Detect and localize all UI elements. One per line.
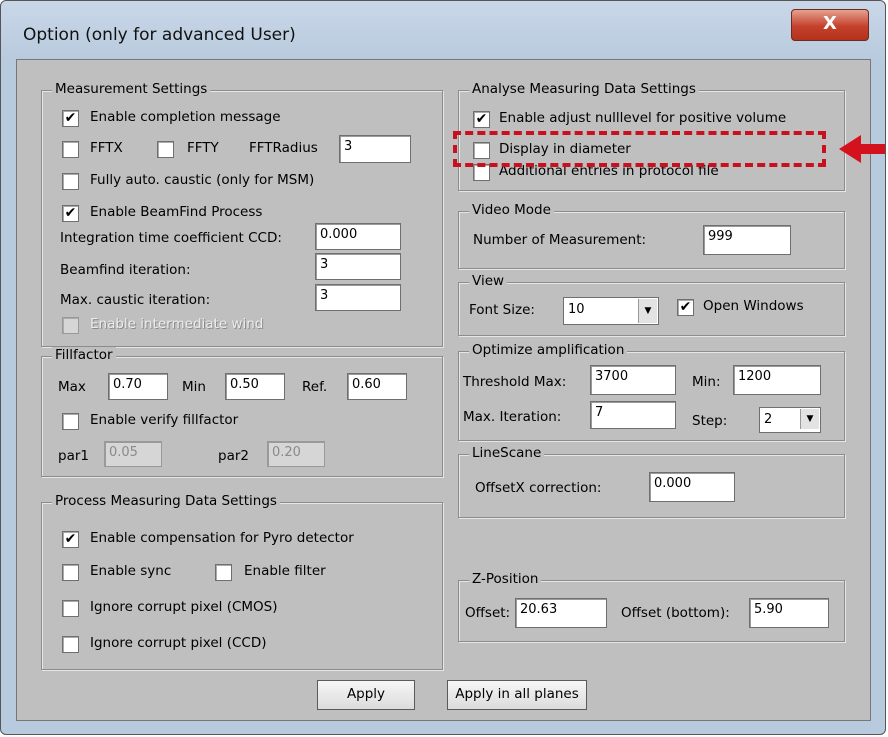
max-iteration-input[interactable]: 7	[590, 401, 676, 429]
offset-bottom-label: Offset (bottom):	[621, 605, 730, 621]
view-legend: View	[469, 273, 508, 289]
par1-label: par1	[58, 448, 89, 464]
fillfactor-ref-input[interactable]: 0.60	[347, 373, 407, 400]
beamfind-checkbox[interactable]: ✔	[62, 205, 79, 222]
offsetx-input[interactable]: 0.000	[649, 472, 735, 502]
cmos-label: Ignore corrupt pixel (CMOS)	[90, 599, 278, 615]
step-select[interactable]: 2 ▼	[759, 407, 821, 433]
dialog-window: Option (only for advanced User) X Measur…	[0, 0, 886, 735]
open-windows-checkbox[interactable]: ✔	[677, 299, 694, 316]
fftx-label: FFTX	[90, 140, 123, 156]
integration-label: Integration time coefficient CCD:	[60, 230, 282, 246]
chevron-down-icon[interactable]: ▼	[638, 299, 657, 323]
verify-fillfactor-checkbox[interactable]	[62, 413, 79, 430]
video-mode-group: Video Mode Number of Measurement: 999	[458, 202, 845, 269]
ccd-checkbox[interactable]	[62, 636, 79, 653]
filter-label: Enable filter	[244, 563, 326, 579]
number-measurement-input[interactable]: 999	[703, 225, 791, 255]
offset-input[interactable]: 20.63	[515, 598, 607, 628]
chevron-down-icon[interactable]: ▼	[800, 409, 819, 429]
process-group: Process Measuring Data Settings ✔ Enable…	[41, 493, 443, 670]
optimize-min-label: Min:	[692, 374, 721, 390]
threshold-max-label: Threshold Max:	[463, 374, 567, 390]
threshold-max-input[interactable]: 3700	[590, 365, 676, 395]
video-mode-legend: Video Mode	[469, 202, 554, 218]
view-group: View Font Size: 10 ▼ ✔ Open Windows	[458, 273, 845, 336]
beamfind-iteration-input[interactable]: 3	[315, 253, 401, 280]
fillfactor-min-label: Min	[182, 379, 206, 395]
optimize-group: Optimize amplification Threshold Max: 37…	[458, 342, 845, 441]
linescan-legend: LineScane	[469, 445, 545, 461]
highlight-box	[453, 131, 826, 167]
fillfactor-min-input[interactable]: 0.50	[225, 373, 285, 400]
fillfactor-max-input[interactable]: 0.70	[108, 373, 168, 400]
annotation-arrow-shaft	[859, 144, 885, 154]
ffty-label: FFTY	[187, 140, 219, 156]
par2-label: par2	[218, 448, 249, 464]
fillfactor-ref-label: Ref.	[302, 379, 328, 395]
fully-auto-checkbox[interactable]	[62, 173, 79, 190]
analyse-legend: Analyse Measuring Data Settings	[469, 81, 699, 97]
max-caustic-label: Max. caustic iteration:	[60, 292, 211, 308]
offset-label: Offset:	[465, 605, 511, 621]
par2-input: 0.20	[267, 441, 325, 467]
fillfactor-max-label: Max	[58, 379, 86, 395]
sync-checkbox[interactable]	[62, 564, 79, 581]
enable-completion-checkbox[interactable]: ✔	[62, 110, 79, 127]
number-measurement-label: Number of Measurement:	[473, 232, 647, 248]
pyro-label: Enable compensation for Pyro detector	[90, 530, 354, 546]
font-size-label: Font Size:	[469, 302, 535, 318]
sync-label: Enable sync	[90, 563, 172, 579]
integration-input[interactable]: 0.000	[315, 223, 401, 250]
intermediate-wind-label: Enable intermediate wind	[90, 316, 264, 332]
ffty-checkbox[interactable]	[157, 141, 174, 158]
fillfactor-group: Fillfactor Max 0.70 Min 0.50 Ref. 0.60 E…	[41, 347, 443, 477]
fftradius-input[interactable]: 3	[339, 135, 411, 163]
fully-auto-label: Fully auto. caustic (only for MSM)	[90, 172, 315, 188]
par1-input: 0.05	[104, 441, 162, 467]
fftradius-label: FFTRadius	[249, 140, 318, 156]
cmos-checkbox[interactable]	[62, 600, 79, 617]
font-size-value: 10	[568, 302, 585, 317]
measurement-settings-group: Measurement Settings ✔ Enable completion…	[41, 81, 443, 347]
offset-bottom-input[interactable]: 5.90	[749, 598, 829, 628]
nulllevel-label: Enable adjust nulllevel for positive vol…	[499, 110, 787, 126]
beamfind-iteration-label: Beamfind iteration:	[60, 262, 191, 278]
pyro-checkbox[interactable]: ✔	[62, 531, 79, 548]
optimize-min-input[interactable]: 1200	[733, 365, 821, 395]
fftx-checkbox[interactable]	[62, 141, 79, 158]
step-value: 2	[764, 412, 773, 427]
offsetx-label: OffsetX correction:	[475, 480, 602, 496]
font-size-select[interactable]: 10 ▼	[563, 297, 659, 325]
optimize-legend: Optimize amplification	[469, 342, 628, 358]
max-iteration-label: Max. Iteration:	[463, 409, 562, 425]
fillfactor-legend: Fillfactor	[52, 347, 116, 363]
annotation-arrow-icon	[839, 135, 861, 163]
window-title: Option (only for advanced User)	[23, 25, 296, 45]
apply-button[interactable]: Apply	[317, 680, 415, 710]
step-label: Step:	[692, 413, 728, 429]
filter-checkbox[interactable]	[215, 564, 232, 581]
enable-completion-label: Enable completion message	[90, 109, 281, 125]
max-caustic-input[interactable]: 3	[315, 284, 401, 311]
nulllevel-checkbox[interactable]: ✔	[473, 111, 490, 128]
ccd-label: Ignore corrupt pixel (CCD)	[90, 635, 267, 651]
open-windows-label: Open Windows	[703, 298, 804, 314]
z-position-legend: Z-Position	[469, 571, 542, 587]
close-button[interactable]: X	[791, 9, 869, 41]
intermediate-wind-checkbox	[62, 317, 79, 334]
apply-all-planes-button[interactable]: Apply in all planes	[447, 680, 587, 710]
measurement-settings-legend: Measurement Settings	[52, 81, 211, 97]
verify-fillfactor-label: Enable verify fillfactor	[90, 412, 239, 428]
process-legend: Process Measuring Data Settings	[52, 493, 280, 509]
beamfind-label: Enable BeamFind Process	[90, 204, 263, 220]
linescan-group: LineScane OffsetX correction: 0.000	[458, 445, 845, 518]
z-position-group: Z-Position Offset: 20.63 Offset (bottom)…	[458, 571, 845, 642]
